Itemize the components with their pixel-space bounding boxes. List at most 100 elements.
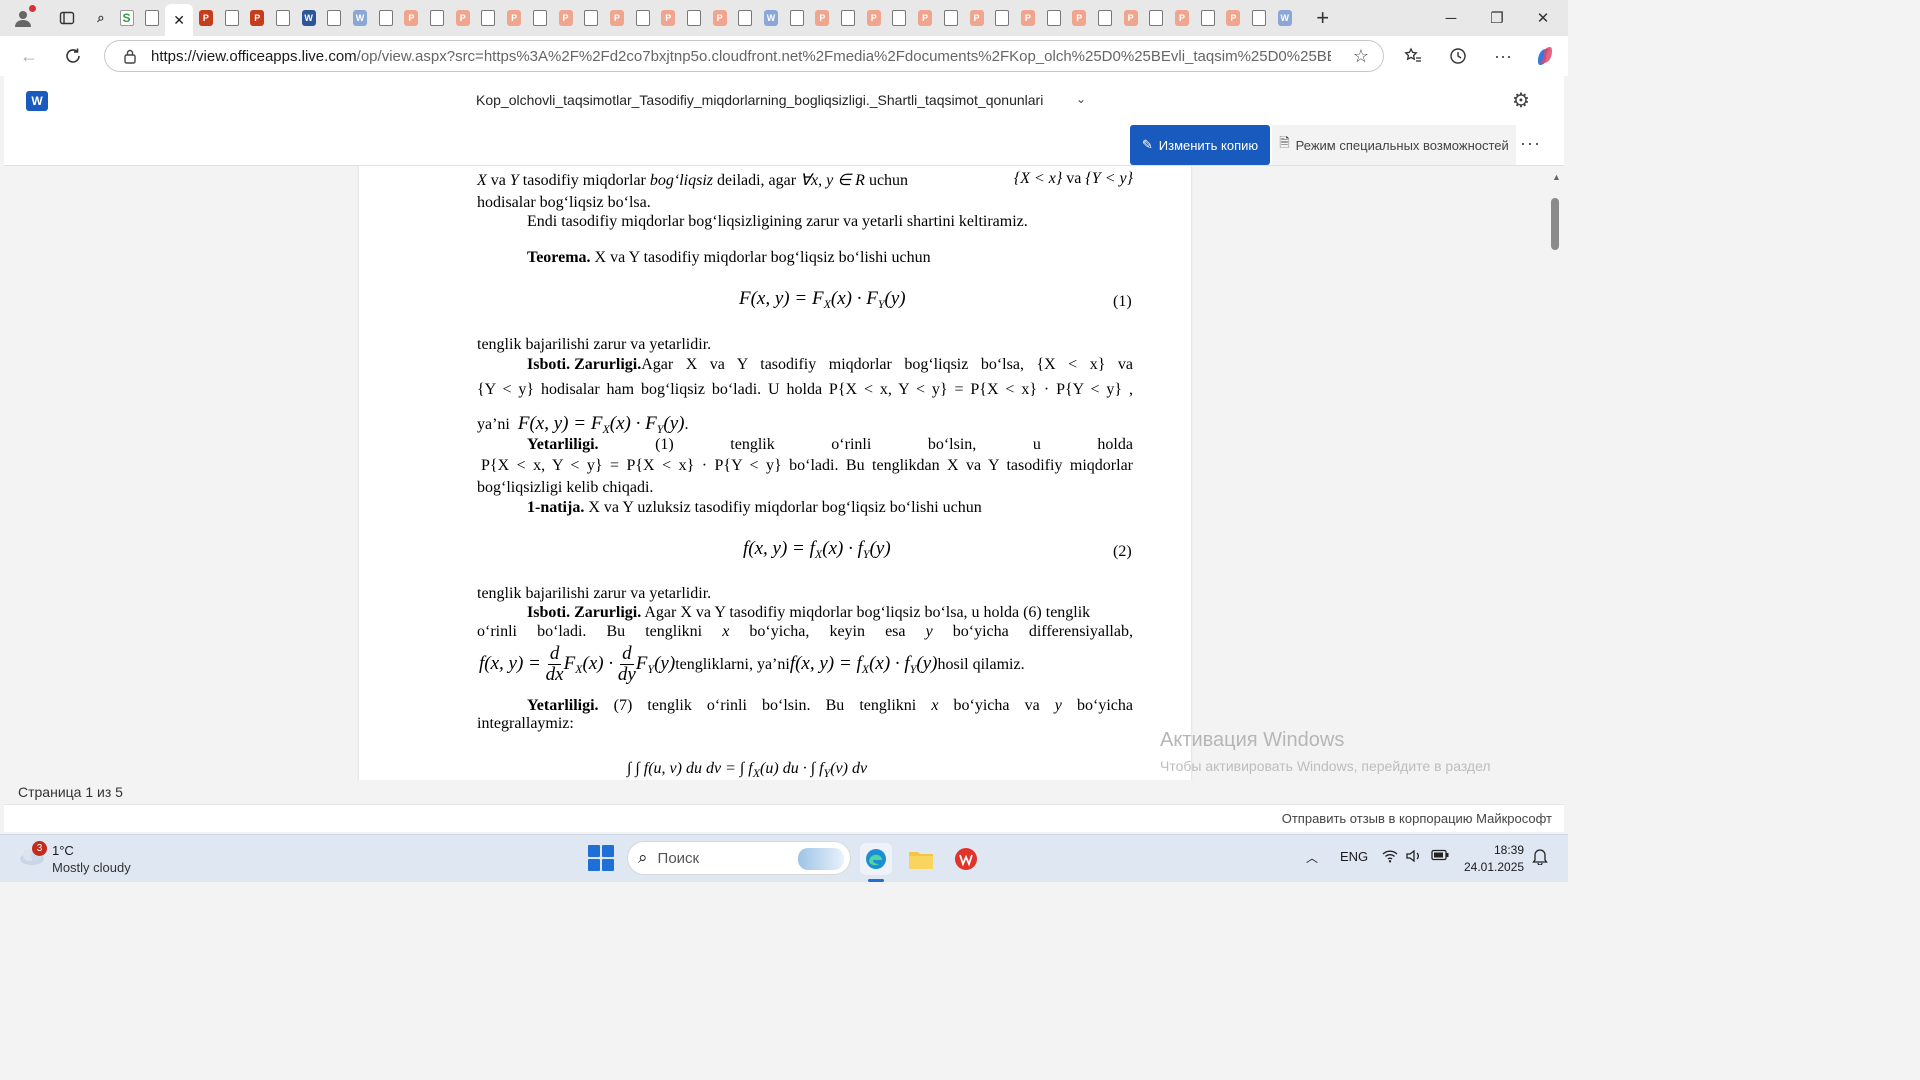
browser-tab[interactable]: P: [553, 4, 579, 32]
browser-tab[interactable]: [578, 4, 604, 32]
browser-tab[interactable]: [1092, 4, 1118, 32]
browser-tab[interactable]: [1041, 4, 1067, 32]
edge-browser-icon[interactable]: [860, 843, 892, 875]
browser-tab[interactable]: P: [244, 4, 270, 32]
browser-tab[interactable]: P: [1221, 4, 1247, 32]
browser-tab[interactable]: P: [501, 4, 527, 32]
profile-icon[interactable]: [8, 3, 38, 33]
copilot-icon[interactable]: [1530, 42, 1560, 70]
browser-tab[interactable]: [630, 4, 656, 32]
favorites-icon[interactable]: [1398, 42, 1428, 70]
browser-tab[interactable]: [322, 4, 348, 32]
browser-tab[interactable]: [1195, 4, 1221, 32]
browser-tab[interactable]: W: [296, 4, 322, 32]
scroll-up-icon[interactable]: ▲: [1552, 172, 1561, 182]
browser-tab[interactable]: W: [347, 4, 373, 32]
browser-tab[interactable]: [1144, 4, 1170, 32]
browser-tab[interactable]: P: [810, 4, 836, 32]
browser-tab[interactable]: [989, 4, 1015, 32]
weather-temperature[interactable]: 1°C: [52, 843, 74, 858]
system-clock[interactable]: 18:39 24.01.2025: [1464, 842, 1524, 876]
back-icon[interactable]: ←: [14, 42, 44, 70]
browser-tab[interactable]: [835, 4, 861, 32]
new-tab-button[interactable]: +: [1308, 5, 1338, 31]
browser-tab[interactable]: P: [1118, 4, 1144, 32]
browser-tab[interactable]: P: [399, 4, 425, 32]
paragraph-line: Isboti. Zarurligi. Agar X va Y tasodifiy…: [527, 356, 1133, 374]
browser-tab[interactable]: [938, 4, 964, 32]
browser-tab[interactable]: [527, 4, 553, 32]
minimize-button[interactable]: ─: [1428, 0, 1474, 36]
accessibility-mode-button[interactable]: 🗎 Режим специальных возможностей: [1272, 125, 1516, 165]
browser-tab[interactable]: P: [912, 4, 938, 32]
page-favicon-icon: [1252, 10, 1267, 26]
browser-tab[interactable]: [681, 4, 707, 32]
browser-tab[interactable]: W: [758, 4, 784, 32]
browser-tab[interactable]: [887, 4, 913, 32]
browser-tab[interactable]: [424, 4, 450, 32]
tab-actions-icon[interactable]: [52, 3, 82, 33]
feedback-link[interactable]: Отправить отзыв в корпорацию Майкрософт: [1282, 811, 1552, 826]
browser-tab[interactable]: ⌕: [88, 4, 114, 32]
browser-tab[interactable]: P: [450, 4, 476, 32]
browser-tab[interactable]: P: [193, 4, 219, 32]
active-tab-close-icon[interactable]: ✕: [165, 4, 194, 36]
accessibility-mode-label: Режим специальных возможностей: [1295, 137, 1509, 153]
vertical-scrollbar-thumb[interactable]: [1551, 198, 1559, 250]
browser-tab[interactable]: P: [707, 4, 733, 32]
browser-tab[interactable]: [373, 4, 399, 32]
notification-bell-icon[interactable]: [1532, 847, 1548, 868]
more-options-icon[interactable]: ···: [1488, 42, 1518, 70]
gear-icon[interactable]: ⚙: [1512, 88, 1530, 113]
text-span: u: [1032, 436, 1041, 453]
browser-tab[interactable]: [476, 4, 502, 32]
browser-tab[interactable]: P: [1015, 4, 1041, 32]
browser-tab[interactable]: [784, 4, 810, 32]
document-title[interactable]: Kop_olchovli_taqsimotlar_Tasodifiy_miqdo…: [476, 92, 1043, 108]
browser-tab[interactable]: P: [1066, 4, 1092, 32]
favorite-star-icon[interactable]: ☆: [1353, 46, 1369, 67]
pptpale-favicon-icon: P: [1020, 10, 1035, 26]
weather-description[interactable]: Mostly cloudy: [52, 860, 131, 875]
language-indicator[interactable]: ENG: [1340, 849, 1368, 864]
browser-tab[interactable]: [733, 4, 759, 32]
edit-copy-label: Изменить копию: [1158, 137, 1259, 153]
browser-tab[interactable]: P: [861, 4, 887, 32]
wps-office-icon[interactable]: [950, 843, 982, 875]
browser-tab[interactable]: P: [604, 4, 630, 32]
page-favicon-icon: [1200, 10, 1215, 26]
page-favicon-icon: [145, 10, 160, 26]
browser-tab[interactable]: P: [964, 4, 990, 32]
volume-icon[interactable]: [1406, 849, 1422, 866]
taskbar-search[interactable]: ⌕ Поиск: [627, 841, 851, 875]
close-window-button[interactable]: ✕: [1520, 0, 1566, 36]
text-span: keyin: [829, 623, 865, 640]
file-explorer-icon[interactable]: [905, 843, 937, 875]
browser-tab[interactable]: P: [655, 4, 681, 32]
document-viewport[interactable]: X va Y tasodifiy miqdorlar bog‘liqsiz de…: [4, 166, 1564, 780]
browser-tab[interactable]: [1246, 4, 1272, 32]
more-commands-icon[interactable]: ···: [1520, 133, 1541, 154]
browser-tab[interactable]: P: [1169, 4, 1195, 32]
address-bar[interactable]: https://view.officeapps.live.com/op/view…: [104, 40, 1384, 72]
chevron-up-icon[interactable]: ︿: [1306, 849, 1318, 866]
edit-copy-button[interactable]: ✎ Изменить копию: [1130, 125, 1270, 165]
browser-tab[interactable]: W: [1272, 4, 1298, 32]
browser-tab[interactable]: [270, 4, 296, 32]
battery-icon[interactable]: [1431, 849, 1449, 864]
paragraph-line: o‘rinli bo‘ladi. Bu tenglikni x bo‘yicha…: [477, 623, 1133, 641]
browser-tab[interactable]: [139, 4, 165, 32]
lock-icon[interactable]: [123, 48, 137, 69]
word-logo-icon[interactable]: W: [26, 91, 48, 111]
browser-tab[interactable]: [219, 4, 245, 32]
refresh-icon[interactable]: [58, 42, 88, 70]
pptpale-favicon-icon: P: [918, 10, 933, 26]
history-icon[interactable]: [1443, 42, 1473, 70]
maximize-button[interactable]: ❐: [1474, 0, 1520, 36]
browser-tab[interactable]: S: [114, 4, 140, 32]
wifi-icon[interactable]: [1382, 849, 1398, 866]
windows-start-icon[interactable]: [588, 845, 614, 871]
active-app-indicator: [868, 879, 884, 882]
chevron-down-icon[interactable]: ⌄: [1076, 92, 1086, 106]
page-favicon-icon: [224, 10, 239, 26]
